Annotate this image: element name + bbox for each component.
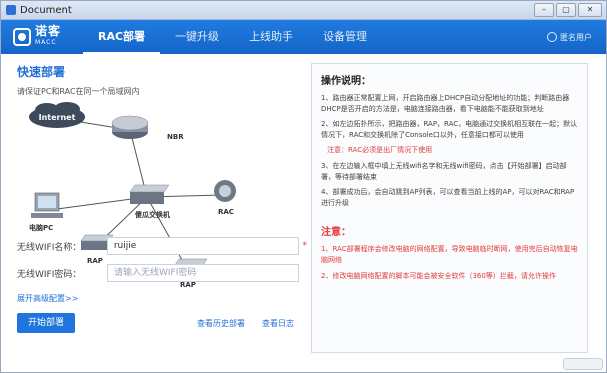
warning-title: 注意：: [321, 227, 351, 238]
instruction-item: 2、如左边拓扑所示，把路由器，RAP，RAC，电脑通过交换机相互联在一起；默认情…: [321, 120, 578, 139]
wifi-password-input[interactable]: [107, 264, 299, 282]
wifi-password-row: 无线WIFI密码：: [17, 263, 307, 283]
title-bar: Document – ▢ ✕: [1, 1, 606, 20]
minimize-button[interactable]: –: [534, 3, 554, 17]
logo-icon: [13, 28, 31, 46]
router-icon: [111, 115, 149, 139]
tab-online-assistant[interactable]: 上线助手: [234, 20, 308, 54]
user-menu[interactable]: 匿名用户: [547, 32, 592, 43]
tab-one-click-upgrade[interactable]: 一键升级: [160, 20, 234, 54]
app-window: Document – ▢ ✕ 诺客 MACC RAC部署 一键升级 上线助手 设…: [0, 0, 607, 373]
switch-icon: [129, 184, 170, 204]
switch-label: 傻瓜交换机: [134, 210, 170, 219]
user-icon: [547, 32, 557, 42]
history-deploy-link[interactable]: 查看历史部署: [197, 318, 245, 329]
required-mark: *: [302, 241, 308, 251]
instruction-item: 4、部署成功后，会自动跳到AP列表，可以查看当前上线的AP，可以对RAC和RAP…: [321, 188, 575, 207]
instruction-item: 1、路由器正常配置上网，开启路由器上DHCP自动分配地址的功能；判断路由器DHC…: [321, 94, 570, 113]
pc-label: 电脑PC: [29, 223, 53, 232]
quick-deploy-panel: 快速部署 请保证PC和RAC在同一个局域网内 Internet NBR 傻瓜交换…: [17, 63, 307, 363]
rac-label: RAC: [218, 208, 234, 216]
top-nav: 诺客 MACC RAC部署 一键升级 上线助手 设备管理 匿名用户: [1, 20, 606, 54]
start-deploy-button[interactable]: 开始部署: [17, 313, 75, 333]
internet-label: Internet: [39, 113, 76, 122]
app-icon: [6, 5, 16, 15]
logo-name: 诺客: [35, 24, 62, 38]
wifi-password-label: 无线WIFI密码：: [17, 269, 82, 280]
nbr-label: NBR: [167, 133, 184, 141]
advanced-config-link[interactable]: 展开高级配置>>: [17, 293, 78, 304]
instructions-title: 操作说明：: [321, 76, 371, 87]
tab-device-management[interactable]: 设备管理: [308, 20, 382, 54]
rac-icon: [214, 180, 236, 202]
section-title: 快速部署: [17, 65, 66, 79]
instruction-item: 3、在左边输入框中填上无线wifi名字和无线wifi密码，点击【开始部署】启动部…: [321, 162, 567, 181]
window-title: Document: [20, 4, 72, 16]
instructions-panel: 操作说明： 1、路由器正常配置上网，开启路由器上DHCP自动分配地址的功能；判断…: [311, 63, 588, 353]
restore-button[interactable]: ▢: [556, 3, 576, 17]
user-name: 匿名用户: [560, 32, 592, 42]
pc-icon: [31, 192, 63, 218]
wifi-name-label: 无线WIFI名称：: [17, 242, 82, 253]
instruction-note: 注意：RAC必须是出厂情况下使用: [327, 146, 433, 154]
window-controls: – ▢ ✕: [534, 3, 602, 17]
wifi-name-input[interactable]: [106, 237, 299, 255]
warning-item: 1、RAC部署程序会修改电脑的网络配置，导致电脑临时断网，使用完后自动恢复电脑网…: [321, 245, 578, 264]
section-subtitle: 请保证PC和RAC在同一个局域网内: [17, 87, 140, 96]
wifi-name-row: 无线WIFI名称： *: [17, 236, 307, 256]
tab-rac-deploy[interactable]: RAC部署: [83, 20, 161, 54]
logo-subname: MACC: [35, 39, 57, 46]
logo: 诺客 MACC: [13, 24, 83, 48]
warning-item: 2、修改电脑网络配置的脚本可能会被安全软件（360等）拦截，请允许操作: [321, 272, 556, 280]
close-button[interactable]: ✕: [578, 3, 602, 17]
resize-grip[interactable]: [563, 358, 603, 370]
view-log-link[interactable]: 查看日志: [262, 318, 294, 329]
